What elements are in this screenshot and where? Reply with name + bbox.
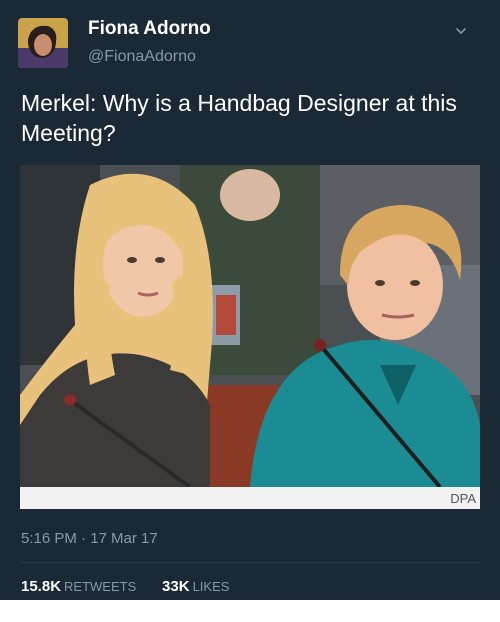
divider <box>20 562 482 563</box>
avatar[interactable] <box>18 18 68 68</box>
tweet-photo[interactable] <box>20 165 480 487</box>
tweet-timestamp[interactable]: 5:16 PM · 17 Mar 17 <box>21 530 158 547</box>
tweet-stats: 15.8K RETWEETS 33K LIKES <box>21 578 229 595</box>
likes-count: 33K <box>162 578 190 595</box>
tweet-card: Fiona Adorno @FionaAdorno Merkel: Why is… <box>0 0 500 600</box>
retweets-stat[interactable]: 15.8K RETWEETS <box>21 578 140 595</box>
likes-stat[interactable]: 33K LIKES <box>162 578 230 595</box>
author-handle[interactable]: @FionaAdorno <box>88 48 196 66</box>
meeting-photo <box>20 165 480 487</box>
author-display-name[interactable]: Fiona Adorno <box>88 18 211 40</box>
chevron-down-icon[interactable] <box>452 24 470 38</box>
likes-label: LIKES <box>192 579 230 594</box>
photo-credit: DPA <box>450 491 476 506</box>
retweets-count: 15.8K <box>21 578 62 595</box>
retweets-label: RETWEETS <box>64 579 137 594</box>
photo-credit-strip: DPA <box>20 487 480 509</box>
tweet-text: Merkel: Why is a Handbag Designer at thi… <box>21 90 457 146</box>
avatar-image <box>18 18 68 68</box>
